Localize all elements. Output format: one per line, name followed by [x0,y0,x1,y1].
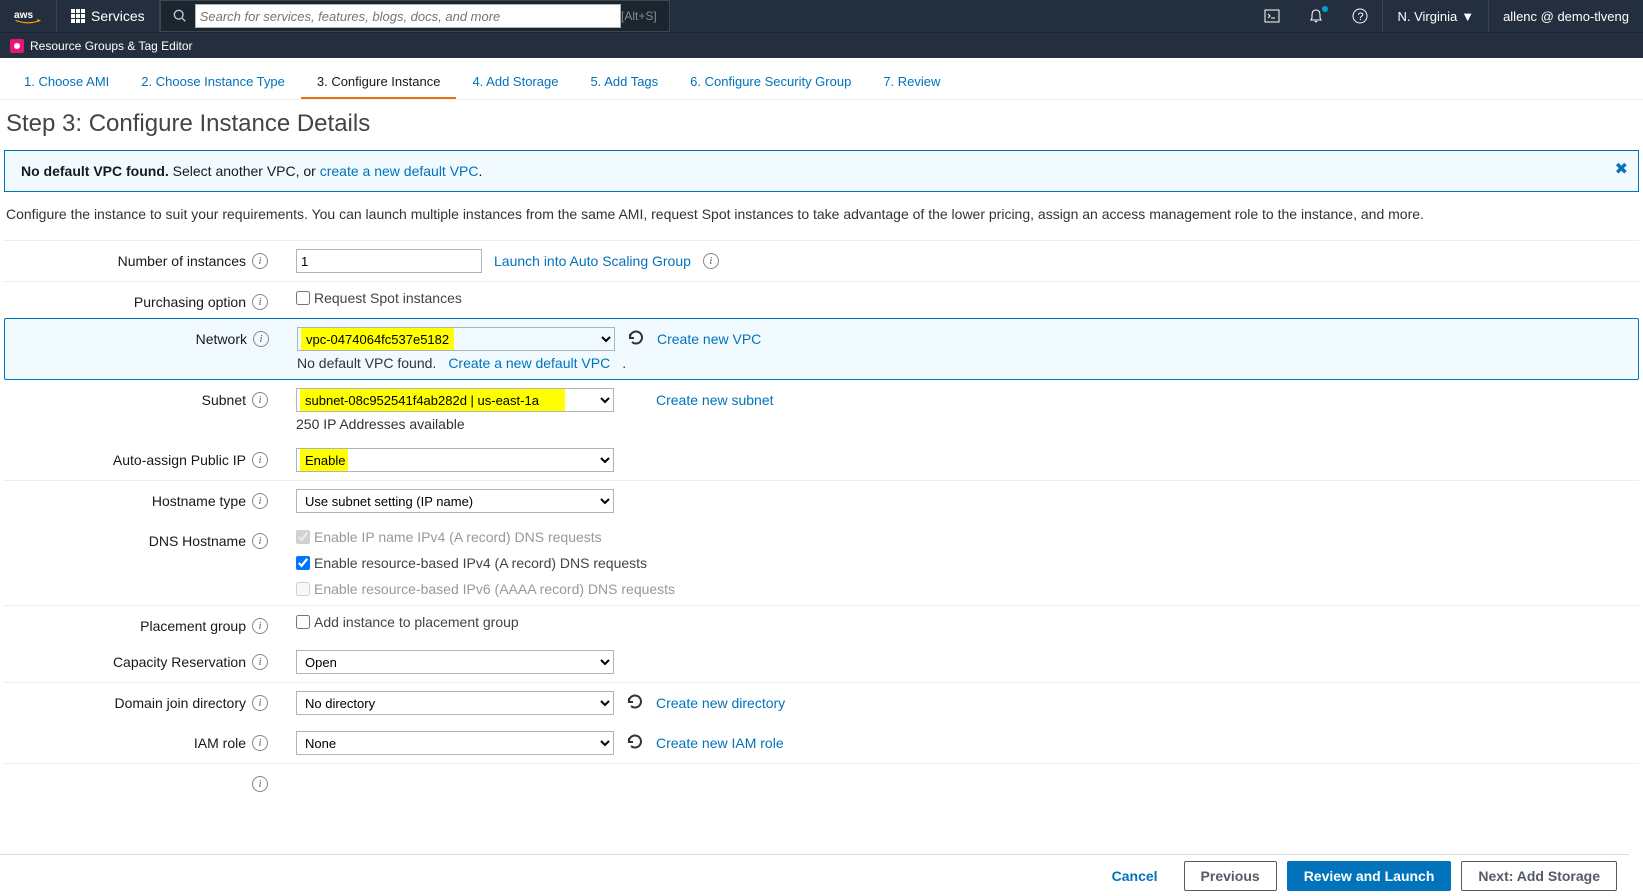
info-icon[interactable]: i [703,253,719,269]
row-placement-group: Placement groupi Add instance to placeme… [4,605,1639,642]
row-hostname: Hostname typei Use subnet setting (IP na… [4,480,1639,521]
vpc-alert: No default VPC found. Select another VPC… [4,150,1639,192]
next-button[interactable]: Next: Add Storage [1461,861,1617,891]
create-iam-role-link[interactable]: Create new IAM role [656,735,784,751]
chevron-down-icon: ▼ [1461,9,1474,24]
subheader: Resource Groups & Tag Editor [0,32,1643,58]
svg-text:aws: aws [14,10,33,21]
info-icon[interactable]: i [252,452,268,468]
info-icon[interactable]: i [252,493,268,509]
subnet-select[interactable]: subnet-08c952541f4ab282d | us-east-1a [296,388,614,412]
create-subnet-link[interactable]: Create new subnet [656,392,774,408]
info-icon[interactable]: i [252,776,268,792]
account-menu[interactable]: allenc @ demo-tlveng [1488,0,1643,32]
region-selector[interactable]: N. Virginia ▼ [1382,0,1488,32]
page-title: Step 3: Configure Instance Details [4,110,1639,138]
hostname-select[interactable]: Use subnet setting (IP name) [296,489,614,513]
row-domain-join: Domain join directoryi No directory Crea… [4,682,1639,723]
dns-ipv6-checkbox [296,582,310,596]
capacity-select[interactable]: Open [296,650,614,674]
create-directory-link[interactable]: Create new directory [656,695,785,711]
info-icon[interactable]: i [252,294,268,310]
cancel-button[interactable]: Cancel [1096,862,1174,890]
number-of-instances-input[interactable] [296,249,482,273]
network-select[interactable]: vpc-0474064fc537e5182 [297,327,615,351]
refresh-icon[interactable] [626,733,644,754]
review-launch-button[interactable]: Review and Launch [1287,861,1452,891]
public-ip-select[interactable]: Enable [296,448,614,472]
resource-groups-icon [10,39,24,53]
dns-ipv4-ipname-checkbox [296,530,310,544]
aws-logo[interactable]: aws [0,0,57,32]
tab-choose-ami[interactable]: 1. Choose AMI [8,66,125,99]
help-icon[interactable]: ? [1338,0,1382,32]
row-capacity-reservation: Capacity Reservationi Open [4,642,1639,682]
search-container: [Alt+S] [160,0,670,32]
subheader-title[interactable]: Resource Groups & Tag Editor [30,39,193,53]
row-partial: i [4,763,1639,803]
info-icon[interactable]: i [252,618,268,634]
domain-select[interactable]: No directory [296,691,614,715]
create-default-vpc-link-2[interactable]: Create a new default VPC [448,355,610,371]
refresh-icon[interactable] [626,693,644,714]
info-icon[interactable]: i [252,654,268,670]
row-purchasing-option: Purchasing optioni Request Spot instance… [4,281,1639,318]
row-number-of-instances: Number of instancesi Launch into Auto Sc… [4,240,1639,281]
info-icon[interactable]: i [252,253,268,269]
form-table: Number of instancesi Launch into Auto Sc… [4,240,1639,803]
row-dns-hostname: DNS Hostnamei Enable IP name IPv4 (A rec… [4,521,1639,605]
previous-button[interactable]: Previous [1184,861,1277,891]
content-area[interactable]: Step 3: Configure Instance Details No de… [0,100,1643,856]
create-default-vpc-link[interactable]: create a new default VPC [320,163,479,179]
info-icon[interactable]: i [253,331,269,347]
request-spot-checkbox[interactable] [296,291,310,305]
row-subnet: Subneti subnet-08c952541f4ab282d | us-ea… [4,380,1639,440]
refresh-icon[interactable] [627,329,645,350]
tab-add-storage[interactable]: 4. Add Storage [456,66,574,99]
info-icon[interactable]: i [252,533,268,549]
svg-text:?: ? [1358,11,1364,23]
row-network: Networki vpc-0474064fc537e5182 Create ne… [4,318,1639,380]
tab-review[interactable]: 7. Review [867,66,956,99]
placement-group-checkbox[interactable] [296,615,310,629]
services-menu-button[interactable]: Services [57,0,160,32]
row-iam-role: IAM rolei None Create new IAM role [4,723,1639,763]
grid-icon [71,9,85,23]
iam-select[interactable]: None [296,731,614,755]
row-public-ip: Auto-assign Public IPi Enable [4,440,1639,480]
footer-bar: Cancel Previous Review and Launch Next: … [0,854,1629,896]
aws-header: aws Services [Alt+S] ? N. Virginia ▼ all… [0,0,1643,32]
tab-choose-instance-type[interactable]: 2. Choose Instance Type [125,66,301,99]
search-shortcut: [Alt+S] [621,9,657,23]
launch-asg-link[interactable]: Launch into Auto Scaling Group [494,253,691,269]
dns-ipv4-resource-checkbox[interactable] [296,556,310,570]
page-description: Configure the instance to suit your requ… [4,206,1639,222]
wizard-tabs: 1. Choose AMI 2. Choose Instance Type 3.… [0,58,1643,100]
close-icon[interactable]: ✖ [1615,159,1628,179]
search-icon [173,9,187,23]
search-input[interactable] [195,4,621,28]
cloudshell-icon[interactable] [1250,0,1294,32]
tab-security-group[interactable]: 6. Configure Security Group [674,66,867,99]
info-icon[interactable]: i [252,392,268,408]
info-icon[interactable]: i [252,735,268,751]
notifications-icon[interactable] [1294,0,1338,32]
info-icon[interactable]: i [252,695,268,711]
tab-configure-instance[interactable]: 3. Configure Instance [301,66,457,99]
create-vpc-link[interactable]: Create new VPC [657,331,761,347]
tab-add-tags[interactable]: 5. Add Tags [574,66,674,99]
